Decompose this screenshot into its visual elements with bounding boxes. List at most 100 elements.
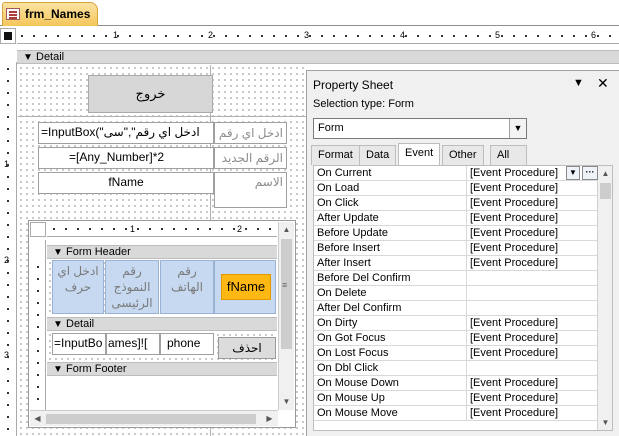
property-row[interactable]: On Mouse Down [Event Procedure] bbox=[314, 376, 598, 391]
property-row[interactable]: Before Update [Event Procedure] bbox=[314, 226, 598, 241]
scroll-thumb[interactable] bbox=[600, 183, 611, 199]
property-row[interactable]: On Got Focus [Event Procedure] bbox=[314, 331, 598, 346]
inputbox-label[interactable]: ادخل اي رقم bbox=[214, 122, 287, 144]
subform-ruler[interactable]: 1 2 bbox=[47, 222, 277, 237]
ruler-tick bbox=[393, 35, 395, 37]
selection-type-text: Selection type: Form bbox=[313, 98, 414, 110]
subform-main-form-number-field[interactable]: ames]![ bbox=[106, 333, 160, 355]
form-selector[interactable] bbox=[0, 28, 16, 44]
ruler-tick bbox=[37, 278, 39, 280]
form-footer-section-bar[interactable]: ▼ Form Footer bbox=[47, 362, 277, 376]
property-row[interactable]: Before Insert [Event Procedure] bbox=[314, 241, 598, 256]
scroll-down-icon[interactable]: ▼ bbox=[598, 415, 612, 430]
property-row[interactable]: On Lost Focus [Event Procedure] bbox=[314, 346, 598, 361]
fname-header-label[interactable]: fName bbox=[221, 274, 271, 300]
builder-icon[interactable]: ··· bbox=[582, 166, 598, 180]
document-tab[interactable]: frm_Names bbox=[2, 2, 98, 26]
tab-other[interactable]: Other bbox=[442, 145, 484, 165]
ruler-tick bbox=[7, 296, 9, 298]
property-row[interactable]: On Dbl Click bbox=[314, 361, 598, 376]
property-row[interactable]: On Delete bbox=[314, 286, 598, 301]
scroll-up-icon[interactable]: ▲ bbox=[279, 222, 294, 237]
property-grid: ▲ ▼ On Current [Event Procedure] ▼ ··· On Lo… bbox=[313, 165, 613, 431]
property-row[interactable]: On Load [Event Procedure] bbox=[314, 181, 598, 196]
property-row[interactable]: After Update [Event Procedure] bbox=[314, 211, 598, 226]
object-combo[interactable]: Form ▼ bbox=[313, 118, 527, 139]
subform-vertical-scrollbar[interactable]: ▲ ≡ ▼ bbox=[278, 222, 294, 410]
property-row[interactable]: On Mouse Up [Event Procedure] bbox=[314, 391, 598, 406]
property-value[interactable] bbox=[466, 361, 598, 376]
ruler-tick bbox=[93, 35, 95, 37]
subform-selector[interactable] bbox=[30, 222, 46, 237]
property-row[interactable]: After Insert [Event Procedure] bbox=[314, 256, 598, 271]
property-value[interactable]: [Event Procedure] bbox=[466, 196, 598, 211]
property-value[interactable]: [Event Procedure] bbox=[466, 241, 598, 256]
property-row[interactable]: After Del Confirm bbox=[314, 301, 598, 316]
fname-textbox[interactable]: fName bbox=[38, 172, 214, 194]
any-number-textbox[interactable]: =[Any_Number]*2 bbox=[38, 147, 214, 169]
header-label-main-form-number[interactable]: رقم النموذج الرئيسى bbox=[105, 260, 159, 314]
subform-detail-section-bar[interactable]: ▼ Detail bbox=[47, 317, 277, 331]
ruler-tick bbox=[7, 212, 9, 214]
tab-data[interactable]: Data bbox=[359, 145, 397, 165]
scroll-thumb[interactable] bbox=[46, 414, 256, 424]
header-label-phone-number[interactable]: رقم الهاتف bbox=[160, 260, 214, 314]
property-value[interactable]: [Event Procedure] bbox=[466, 256, 598, 271]
property-value[interactable]: [Event Procedure] bbox=[466, 376, 598, 391]
name-label[interactable]: الاسم bbox=[214, 172, 287, 208]
property-row[interactable]: Before Del Confirm bbox=[314, 271, 598, 286]
inputbox-textbox[interactable]: =InputBox("ادخل اي رقم","سى bbox=[38, 122, 214, 144]
tab-all[interactable]: All bbox=[490, 145, 527, 165]
ruler-tick bbox=[81, 35, 83, 37]
ruler-tick bbox=[7, 332, 9, 334]
property-grid-scrollbar[interactable]: ▲ ▼ bbox=[597, 166, 612, 430]
chevron-down-icon[interactable]: ▼ bbox=[566, 166, 580, 180]
detail-section-bar[interactable]: ▼ Detail bbox=[17, 50, 619, 64]
chevron-down-icon[interactable]: ▼ bbox=[509, 119, 526, 138]
ruler-tick bbox=[257, 228, 259, 230]
property-value[interactable]: [Event Procedure] bbox=[466, 406, 598, 421]
pane-menu-icon[interactable]: ▼ bbox=[573, 77, 584, 89]
ruler-tick bbox=[37, 314, 39, 316]
vertical-ruler[interactable]: 1 2 3 bbox=[0, 62, 17, 436]
property-row[interactable]: On Dirty [Event Procedure] bbox=[314, 316, 598, 331]
property-value[interactable]: [Event Procedure] bbox=[466, 346, 598, 361]
subform-inputbox-field[interactable]: =InputBo bbox=[52, 333, 106, 355]
horizontal-ruler[interactable]: 1 2 3 4 5 6 bbox=[17, 28, 619, 44]
property-value[interactable] bbox=[466, 271, 598, 286]
scroll-thumb[interactable] bbox=[281, 239, 292, 349]
new-number-label[interactable]: الرقم الجديد bbox=[214, 147, 287, 169]
property-name: On Mouse Down bbox=[317, 377, 399, 389]
scroll-up-icon[interactable]: ▲ bbox=[598, 166, 612, 181]
property-value[interactable] bbox=[466, 301, 598, 316]
ruler-tick bbox=[513, 35, 515, 37]
property-row[interactable]: On Current [Event Procedure] ▼ ··· bbox=[314, 166, 598, 181]
property-value[interactable]: [Event Procedure] bbox=[466, 391, 598, 406]
property-value[interactable] bbox=[466, 286, 598, 301]
ruler-tick bbox=[309, 35, 311, 37]
subform-vertical-ruler[interactable] bbox=[30, 240, 46, 410]
subform-phone-field[interactable]: phone bbox=[160, 333, 214, 355]
property-value[interactable]: [Event Procedure] bbox=[466, 181, 598, 196]
selection-type-label: Selection type: bbox=[313, 98, 386, 110]
property-value[interactable]: [Event Procedure] bbox=[466, 331, 598, 346]
tab-format[interactable]: Format bbox=[311, 145, 360, 165]
property-value[interactable]: [Event Procedure] bbox=[466, 226, 598, 241]
scroll-left-icon[interactable]: ◀ bbox=[30, 411, 45, 426]
property-row[interactable]: On Mouse Move [Event Procedure] bbox=[314, 406, 598, 421]
delete-button[interactable]: احذف bbox=[218, 337, 276, 359]
exit-button[interactable]: خروج bbox=[88, 75, 213, 113]
scroll-right-icon[interactable]: ▶ bbox=[262, 411, 277, 426]
ruler-tick bbox=[345, 35, 347, 37]
property-row[interactable]: On Click [Event Procedure] bbox=[314, 196, 598, 211]
ruler-tick bbox=[7, 80, 9, 82]
subform-horizontal-scrollbar[interactable]: ◀ ▶ bbox=[30, 410, 278, 426]
scroll-down-icon[interactable]: ▼ bbox=[279, 394, 294, 409]
property-value[interactable]: [Event Procedure] bbox=[466, 316, 598, 331]
tab-event[interactable]: Event bbox=[398, 143, 441, 165]
property-value[interactable]: [Event Procedure] bbox=[466, 211, 598, 226]
form-header-section-bar[interactable]: ▼ Form Header bbox=[47, 245, 277, 259]
header-label-letter[interactable]: ادخل اي حرف bbox=[52, 260, 104, 314]
close-icon[interactable]: ✕ bbox=[597, 75, 609, 92]
ruler-tick bbox=[261, 35, 263, 37]
